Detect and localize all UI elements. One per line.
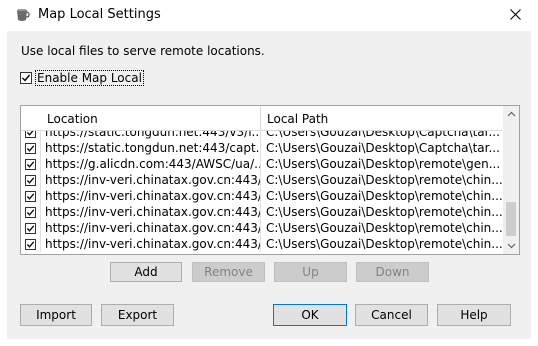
column-header-location[interactable]: Location: [21, 106, 261, 130]
down-button[interactable]: Down: [356, 262, 429, 282]
close-button[interactable]: [492, 0, 538, 31]
add-button[interactable]: Add: [110, 262, 182, 282]
table-row[interactable]: https://inv-veri.chinatax.gov.cn:443/...…: [21, 220, 502, 236]
table-row[interactable]: https://static.tongdun.net:443/capt... C:…: [21, 140, 502, 156]
checkmark-icon: [22, 74, 31, 82]
table-row[interactable]: https://g.alicdn.com:443/AWSC/ua/... C:\U…: [21, 156, 502, 172]
row-enabled-cell[interactable]: [21, 204, 41, 220]
title-bar: Map Local Settings: [0, 0, 538, 31]
vertical-scrollbar[interactable]: [503, 106, 519, 254]
column-header-local-path[interactable]: Local Path: [261, 106, 502, 130]
row-location[interactable]: https://inv-veri.chinatax.gov.cn:443/...: [41, 188, 261, 204]
row-enabled-checkbox[interactable]: [25, 131, 36, 138]
export-button[interactable]: Export: [101, 304, 174, 326]
enable-map-local-label: Enable Map Local: [35, 70, 144, 86]
table-body: https://static.tongdun.net:443/v3/f... C:…: [21, 131, 502, 253]
table-row[interactable]: https://static.tongdun.net:443/v3/f... C:…: [21, 131, 502, 140]
row-enabled-checkbox[interactable]: [25, 206, 36, 218]
row-enabled-cell[interactable]: [21, 131, 41, 140]
row-enabled-checkbox[interactable]: [25, 190, 36, 202]
row-enabled-cell[interactable]: [21, 188, 41, 204]
cancel-button[interactable]: Cancel: [355, 304, 428, 326]
row-enabled-cell[interactable]: [21, 172, 41, 188]
checkmark-icon: [26, 224, 35, 232]
row-enabled-checkbox[interactable]: [25, 158, 36, 170]
scroll-up-arrow-icon[interactable]: [503, 106, 519, 122]
checkmark-icon: [26, 144, 35, 152]
mappings-table[interactable]: Location Local Path https://static.tongd…: [20, 105, 520, 255]
close-icon: [509, 8, 521, 23]
scroll-down-arrow-icon[interactable]: [503, 238, 519, 254]
table-header: Location Local Path: [21, 106, 502, 131]
enable-map-local-checkbox[interactable]: Enable Map Local: [20, 70, 144, 86]
row-location[interactable]: https://inv-veri.chinatax.gov.cn:443/...: [41, 236, 261, 252]
checkmark-icon: [26, 160, 35, 168]
remove-button[interactable]: Remove: [192, 262, 265, 282]
row-enabled-cell[interactable]: [21, 220, 41, 236]
table-row[interactable]: https://inv-veri.chinatax.gov.cn:443/...…: [21, 188, 502, 204]
up-button[interactable]: Up: [274, 262, 347, 282]
help-button[interactable]: Help: [437, 304, 511, 326]
charles-jug-icon: [14, 7, 30, 23]
row-local-path[interactable]: C:\Users\Gouzai\Desktop\remote\gen...: [261, 156, 502, 172]
table-row[interactable]: https://inv-veri.chinatax.gov.cn:443/...…: [21, 172, 502, 188]
checkbox[interactable]: [20, 72, 32, 84]
table-row[interactable]: https://inv-veri.chinatax.gov.cn:443/...…: [21, 236, 502, 252]
row-local-path[interactable]: C:\Users\Gouzai\Desktop\remote\chin...: [261, 172, 502, 188]
row-enabled-cell[interactable]: [21, 236, 41, 252]
checkmark-icon: [26, 240, 35, 248]
row-enabled-checkbox[interactable]: [25, 174, 36, 186]
scrollbar-thumb[interactable]: [506, 202, 516, 236]
row-enabled-checkbox[interactable]: [25, 222, 36, 234]
row-local-path[interactable]: C:\Users\Gouzai\Desktop\Captcha\tar...: [261, 140, 502, 156]
import-button[interactable]: Import: [20, 304, 92, 326]
dialog-body: Use local files to serve remote location…: [7, 31, 531, 339]
table-row[interactable]: https://inv-veri.chinatax.gov.cn:443/...…: [21, 204, 502, 220]
row-local-path[interactable]: C:\Users\Gouzai\Desktop\remote\chin...: [261, 236, 502, 252]
row-enabled-checkbox[interactable]: [25, 142, 36, 154]
row-enabled-cell[interactable]: [21, 140, 41, 156]
checkmark-icon: [26, 176, 35, 184]
row-local-path[interactable]: C:\Users\Gouzai\Desktop\remote\chin...: [261, 220, 502, 236]
checkmark-icon: [26, 192, 35, 200]
row-location[interactable]: https://inv-veri.chinatax.gov.cn:443/...: [41, 220, 261, 236]
row-location[interactable]: https://inv-veri.chinatax.gov.cn:443/...: [41, 172, 261, 188]
checkmark-icon: [26, 208, 35, 216]
row-local-path[interactable]: C:\Users\Gouzai\Desktop\remote\chin...: [261, 204, 502, 220]
row-local-path[interactable]: C:\Users\Gouzai\Desktop\Captcha\tar...: [261, 131, 502, 140]
row-enabled-cell[interactable]: [21, 156, 41, 172]
checkmark-icon: [26, 131, 34, 136]
window-title: Map Local Settings: [38, 7, 161, 22]
row-enabled-checkbox[interactable]: [25, 238, 36, 250]
row-location[interactable]: https://static.tongdun.net:443/v3/f...: [41, 131, 261, 140]
description-text: Use local files to serve remote location…: [21, 44, 265, 58]
ok-button[interactable]: OK: [273, 304, 347, 326]
row-local-path[interactable]: C:\Users\Gouzai\Desktop\remote\chin...: [261, 188, 502, 204]
row-location[interactable]: https://static.tongdun.net:443/capt...: [41, 140, 261, 156]
row-location[interactable]: https://inv-veri.chinatax.gov.cn:443/...: [41, 204, 261, 220]
row-location[interactable]: https://g.alicdn.com:443/AWSC/ua/...: [41, 156, 261, 172]
